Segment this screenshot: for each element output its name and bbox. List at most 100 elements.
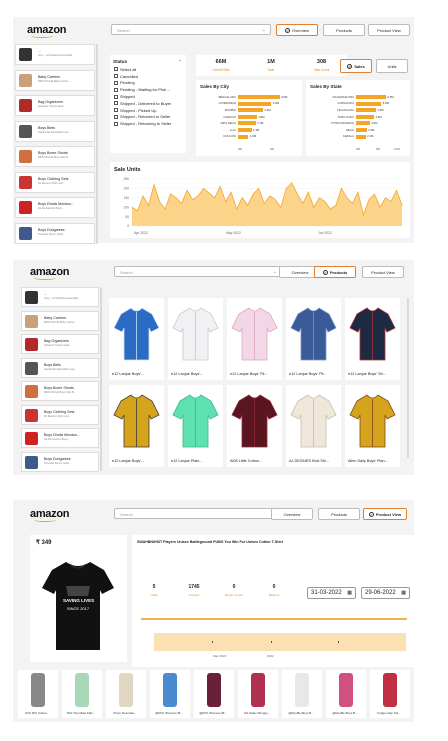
chevron-down-icon: ⌄ xyxy=(177,57,182,63)
sidebar-item[interactable]: Bag Organizers Zoltanas Travel Handl... xyxy=(15,95,95,116)
related-product[interactable]: CCK DIX Cotton... xyxy=(18,670,58,718)
related-product[interactable]: @Rouffle Boys B... xyxy=(326,670,366,718)
search-input[interactable]: Search ⌄ xyxy=(114,266,282,277)
product-card[interactable]: e12 Lanjue Boys'... xyxy=(168,298,223,380)
x-tick-label: Apr 2022 xyxy=(134,231,148,235)
product-grid-scrollbar[interactable] xyxy=(407,298,409,458)
x-tick-label: Jun 2022 xyxy=(318,231,332,235)
sidebar-item-subtitle: BESTVALUE Baby Carrier... xyxy=(38,79,71,83)
product-card[interactable]: e12 Lanjue Boys' Sh... xyxy=(345,298,400,380)
status-option[interactable]: Shipped - Returning to Seller xyxy=(114,120,186,127)
product-card[interactable]: AJ DEZINES Kids Shi... xyxy=(286,385,341,467)
product-card[interactable]: AKB Little Cotton... xyxy=(227,385,282,467)
sidebar-item[interactable]: ... Ivory ~ All Weather Essentials xyxy=(21,287,99,307)
product-card[interactable]: e12 Lanjue Boys' Pli... xyxy=(286,298,341,380)
category-thumbnail xyxy=(19,73,32,87)
related-product[interactable]: Prism Decorate... xyxy=(106,670,146,718)
product-name: e12 Lanjue Plain... xyxy=(171,459,203,463)
status-option[interactable]: Cancelled xyxy=(114,73,186,80)
checkbox[interactable] xyxy=(114,80,118,85)
status-option[interactable]: Shipped xyxy=(114,93,186,100)
status-option[interactable]: Select all xyxy=(114,66,186,73)
product-stat: 1745 Amount xyxy=(176,579,212,605)
shirt-image xyxy=(231,307,278,361)
sales-toggle[interactable]: ✓ Sales xyxy=(340,59,372,73)
date-from-picker[interactable]: 31-03-2022 ▦ xyxy=(307,587,356,599)
status-option[interactable]: Pending xyxy=(114,80,186,87)
sidebar-item[interactable]: Boys Dhotis Mundus... Ha Ra Fashion Boys.… xyxy=(15,197,95,218)
units-toggle[interactable]: Units xyxy=(376,59,408,73)
tab-products[interactable]: Products xyxy=(318,508,360,520)
sidebar-item[interactable]: Boys Boxer Shorts BESTVALUE Boys Kids B..… xyxy=(21,381,99,401)
product-card[interactable]: e12 Lanjue Boys' Pli... xyxy=(227,298,282,380)
tab-overview-label: Overview xyxy=(291,269,309,275)
checkbox[interactable] xyxy=(114,114,118,119)
product-timeline-band xyxy=(154,633,406,651)
related-product-name: Fudge Carp Sts... xyxy=(377,711,401,715)
checkbox[interactable] xyxy=(114,101,118,106)
sidebar-scrollbar[interactable] xyxy=(100,287,102,471)
status-option[interactable]: Shipped - Delivered to Buyer xyxy=(114,100,186,107)
sidebar-item[interactable]: Boys Boxer Shorts BESTVALUE Boys Kids B..… xyxy=(15,146,95,167)
date-range-slider[interactable] xyxy=(141,618,407,620)
bar xyxy=(356,114,374,119)
search-input[interactable]: Search ⌄ xyxy=(111,24,271,35)
product-view-panel: amazon Search ⌄ Overview Products ✓Produ… xyxy=(13,500,414,722)
tab-product-view[interactable]: Product View xyxy=(362,266,404,278)
related-product[interactable]: DIG-Two Mela Kids... xyxy=(62,670,102,718)
sidebar-item[interactable]: Baby Carriers BESTVALUE Baby Carrier... xyxy=(21,310,99,331)
sidebar-item[interactable]: Boys Dungarees Proviolet Denim Solid... xyxy=(21,451,99,472)
tab-overview[interactable]: ✓ Overview xyxy=(276,24,318,36)
status-option-label: Pending xyxy=(120,80,135,86)
related-product[interactable]: @KFK Womens Bl... xyxy=(194,670,234,718)
status-option[interactable]: Shipped - Returned to Seller xyxy=(114,114,186,121)
tab-product-view[interactable]: Product View xyxy=(368,24,410,36)
sidebar-item[interactable]: Boys Dhotis Mundus... Ha Ra Fashion Boys.… xyxy=(21,428,99,448)
product-name: e12 Lanjue Boys'... xyxy=(112,459,145,463)
tab-products[interactable]: ✓ Products xyxy=(314,266,356,278)
sidebar-scrollbar[interactable] xyxy=(96,44,98,244)
product-card[interactable]: e12 Lanjue Plain... xyxy=(168,385,223,467)
related-product[interactable]: Fudge Carp Sts... xyxy=(370,670,410,718)
kpi-overall-sale-value: 66M xyxy=(215,59,227,65)
sidebar-item[interactable]: Boys Clothing Sets DJ Electron Kid's and … xyxy=(15,171,95,193)
related-product-image xyxy=(119,673,133,707)
related-product[interactable]: @Rouffle Boys B... xyxy=(282,670,322,718)
check-icon: ✓ xyxy=(368,511,374,517)
sidebar-item[interactable]: Boys Belts Handicraft Adjustable Leat... xyxy=(21,357,99,378)
bar-label: pune xyxy=(229,127,236,132)
checkbox[interactable] xyxy=(114,94,118,99)
chevron-down-icon: ⌄ xyxy=(261,27,266,33)
search-input[interactable]: Search ⌄ xyxy=(114,508,281,519)
sidebar-item[interactable]: Boys Dungarees Proviolet Denim Solid... xyxy=(15,222,95,244)
checkbox[interactable] xyxy=(114,67,118,72)
status-option[interactable]: Pending - Waiting for Pick ... xyxy=(114,86,186,93)
sidebar-item[interactable]: Boys Belts Handicraft Adjustable Leat... xyxy=(15,120,95,142)
checkbox[interactable] xyxy=(114,87,118,92)
status-option[interactable]: Shipped - Picked Up xyxy=(114,107,186,114)
tab-overview[interactable]: Overview xyxy=(271,508,313,520)
sidebar-item[interactable]: Bag Organizers Zoltanas Travel Handl... xyxy=(21,334,99,354)
timeline-month-label: May 2022 xyxy=(213,654,227,658)
bar xyxy=(238,114,257,119)
date-to-picker[interactable]: 29-06-2022 ▦ xyxy=(361,587,410,599)
checkbox[interactable] xyxy=(114,121,118,126)
tab-products[interactable]: Products xyxy=(323,24,365,36)
related-product-name: @KFK Womens Bl... xyxy=(199,711,227,715)
related-product[interactable]: @KFK Womens Bl... xyxy=(150,670,190,718)
product-stat-value: 0 xyxy=(272,584,276,590)
checkbox[interactable] xyxy=(114,108,118,113)
sidebar-item[interactable]: Baby Carriers BESTVALUE Baby Carrier... xyxy=(15,69,95,91)
product-card[interactable]: e12 Lanjue Boys'... xyxy=(109,298,164,380)
tab-overview-label: Overview xyxy=(283,511,301,517)
related-product[interactable]: KG Sales Shoppy... xyxy=(238,670,278,718)
status-filter[interactable]: Status ⌄ Select all Cancelled Pending Pendi… xyxy=(110,55,186,153)
tab-product-view[interactable]: ✓ Product View xyxy=(363,508,407,520)
product-card[interactable]: Alien Sally Boys' Plan... xyxy=(345,385,400,467)
checkbox[interactable] xyxy=(114,74,118,79)
tshirt-text-1: SAVING LIVES xyxy=(63,598,95,603)
product-card[interactable]: e12 Lanjue Boys'... xyxy=(109,385,164,467)
sidebar-item[interactable]: ... Ivory ~ All Weather Essentials xyxy=(15,44,95,65)
bar-label: DELHI xyxy=(345,127,354,132)
sidebar-item[interactable]: Boys Clothing Sets DJ Electron Kid's and … xyxy=(21,404,99,425)
